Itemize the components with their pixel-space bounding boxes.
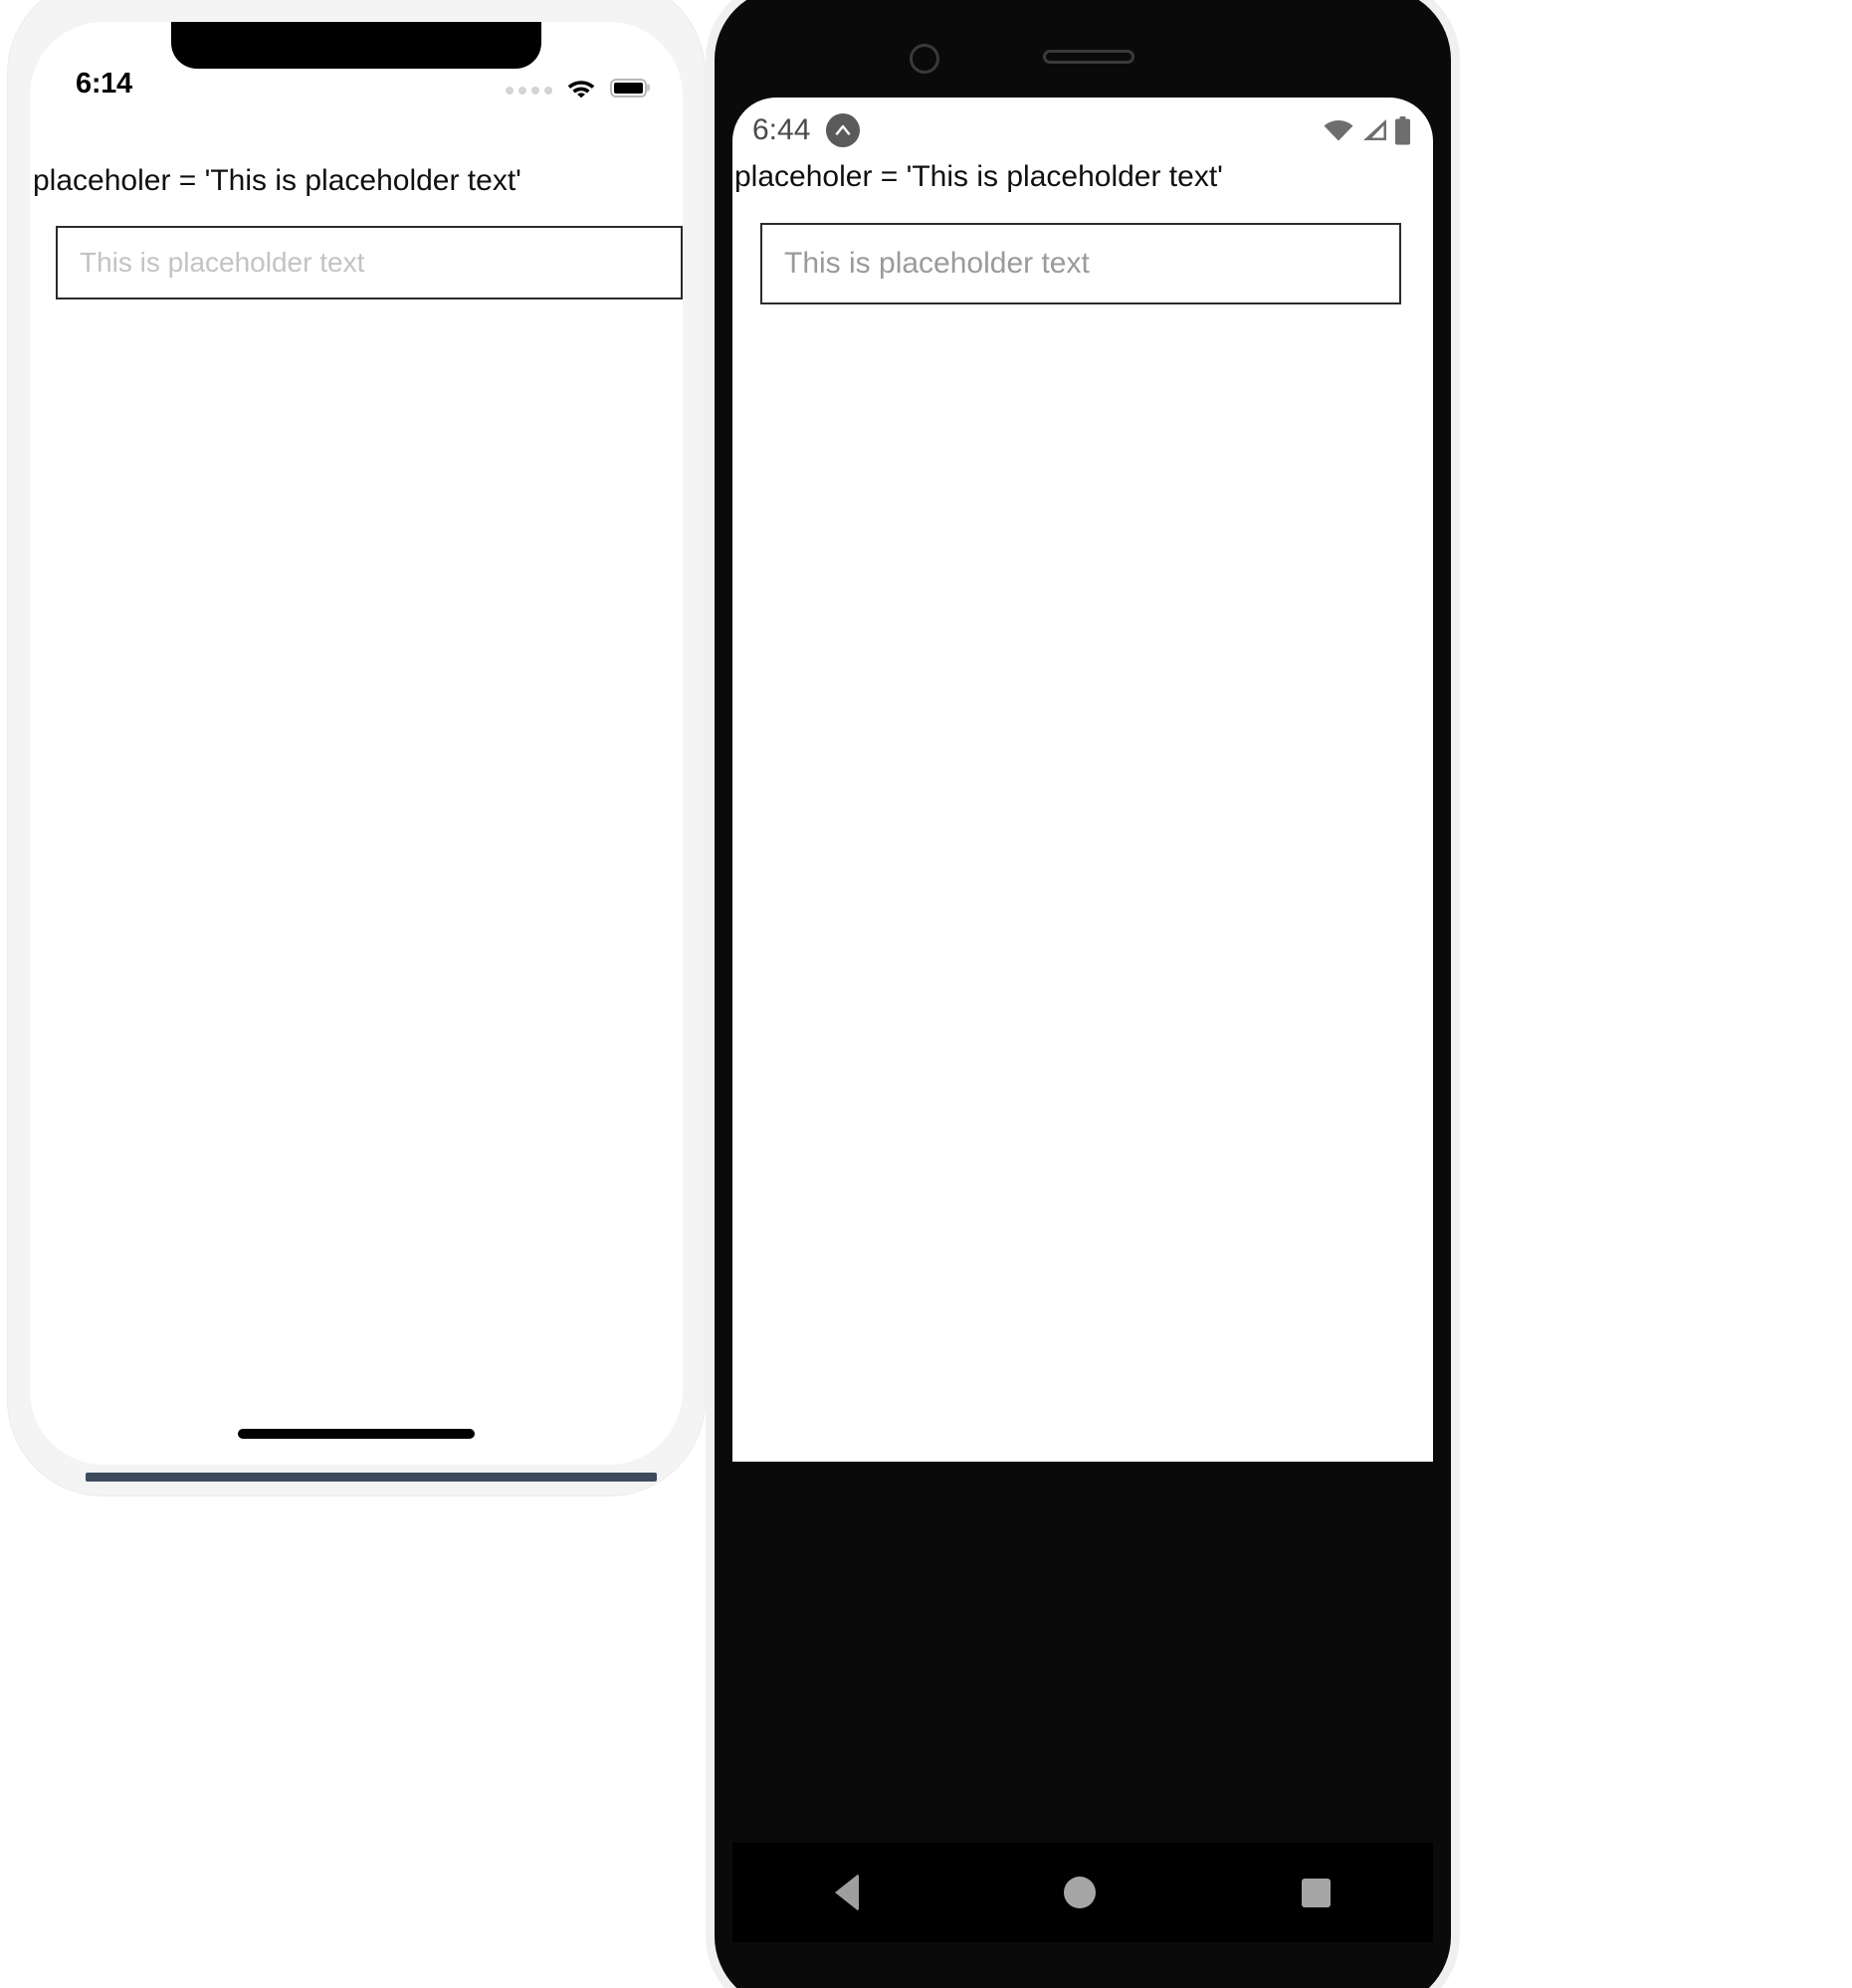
cell-signal-icon [1363,119,1386,140]
recents-square-icon[interactable] [1301,1878,1331,1907]
android-device-frame: 6:44 placeholer = 'This is placeholder t… [715,0,1451,1988]
home-circle-icon[interactable] [1064,1877,1097,1908]
ios-device-frame: 6:14 placeholer = 'This is placeholder t… [8,0,705,1495]
battery-icon [1395,115,1410,144]
ios-placeholder-label: placeholer = 'This is placeholder text' [33,164,521,197]
android-placeholder-label: placeholer = 'This is placeholder text' [734,160,1223,193]
android-placeholder-input[interactable] [760,223,1401,304]
android-status-left: 6:44 [752,113,861,147]
back-triangle-icon[interactable] [835,1874,860,1911]
screenshot-stage: 6:14 placeholer = 'This is placeholder t… [0,0,1852,1988]
ios-app-content: placeholer = 'This is placeholder text' [30,163,683,299]
cellular-signal-dots-icon [506,87,552,95]
ios-status-indicators [506,77,647,99]
android-screen: 6:44 placeholer = 'This is placeholder t… [732,98,1433,1462]
android-app-content: placeholer = 'This is placeholder text' [732,159,1433,304]
ios-input-container [30,226,683,299]
wifi-icon [1324,120,1353,141]
chevron-up-badge-icon [826,113,861,147]
battery-full-icon [610,78,647,98]
android-navigation-bar [732,1843,1433,1942]
ios-status-time: 6:14 [76,68,132,99]
wifi-icon [567,81,595,99]
android-earpiece-speaker [1043,50,1134,64]
ios-placeholder-input[interactable] [56,226,683,299]
android-input-container [732,223,1433,304]
ios-bottom-accent-bar [86,1473,657,1482]
ios-home-indicator[interactable] [238,1429,475,1439]
ios-screen: 6:14 placeholer = 'This is placeholder t… [30,22,683,1465]
android-front-camera [910,44,939,74]
ios-notch [171,22,541,69]
android-status-indicators [1323,115,1411,145]
android-status-time: 6:44 [752,113,811,146]
android-status-bar: 6:44 [732,98,1433,163]
